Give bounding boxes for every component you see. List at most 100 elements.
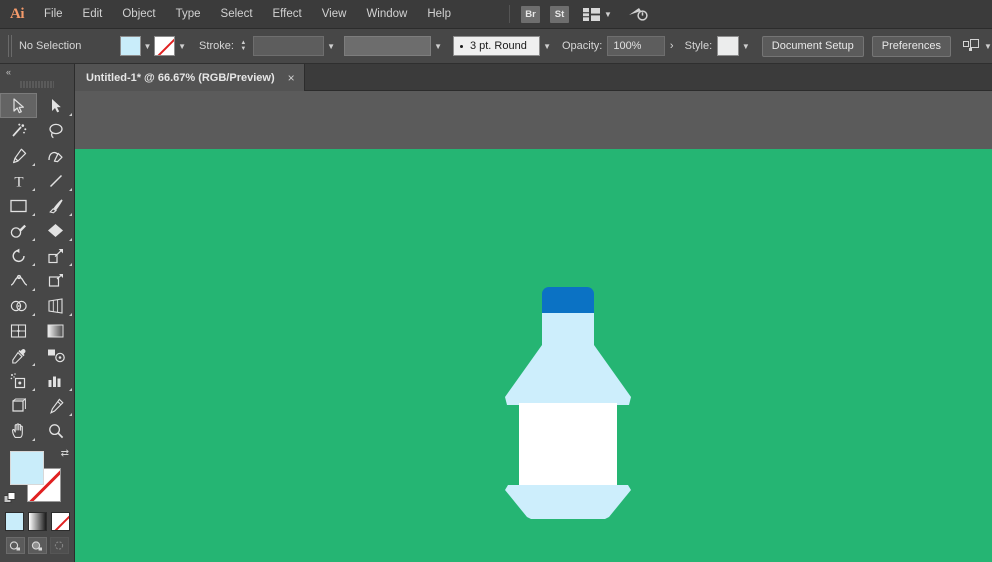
bottle-label-shape[interactable] [519,403,617,489]
discover-search-icon[interactable] [628,6,648,22]
rotate-tool[interactable] [0,243,37,268]
tool-more-indicator [32,188,35,191]
menu-item-edit[interactable]: Edit [73,0,113,29]
shaper-pencil-tool[interactable] [0,218,37,243]
stroke-profile-chevron[interactable]: ▼ [431,36,445,56]
opacity-expand-arrow[interactable]: › [665,36,679,56]
fill-color-swatch[interactable] [119,36,141,56]
line-segment-tool[interactable] [37,168,74,193]
tool-more-indicator [32,388,35,391]
drawing-mode-inside-button[interactable] [49,537,69,554]
curvature-tool[interactable] [37,143,74,168]
brush-definition-field[interactable]: 3 pt. Round [452,36,541,56]
workspace-area[interactable] [75,91,992,562]
bridge-icon[interactable]: Br [521,5,540,23]
menu-item-help[interactable]: Help [417,0,461,29]
fill-dropdown-chevron[interactable]: ▼ [141,36,155,56]
none-fill-mode-button[interactable] [50,512,70,531]
tool-more-indicator [32,263,35,266]
type-tool[interactable]: T [0,168,37,193]
align-chevron-down-icon: ▼ [984,41,992,51]
bottle-shoulder-shape[interactable] [505,345,631,405]
width-tool[interactable] [0,268,37,293]
document-tab-title: Untitled-1* @ 66.67% (RGB/Preview) [86,71,275,84]
pen-tool[interactable] [0,143,37,168]
preferences-button[interactable]: Preferences [871,35,952,57]
fill-stroke-controls: ⇄ [0,447,75,509]
free-transform-tool[interactable] [37,268,74,293]
workspace-switcher-icon[interactable]: ▼ [583,7,612,21]
default-fill-stroke-icon[interactable] [3,491,16,503]
style-label: Style: [684,40,713,52]
stock-icon[interactable]: St [550,5,569,23]
stroke-color-swatch[interactable] [154,36,176,56]
menu-item-window[interactable]: Window [356,0,417,29]
document-tab[interactable]: Untitled-1* @ 66.67% (RGB/Preview) × [75,64,305,91]
eyedropper-tool[interactable] [0,343,37,368]
brush-definition-chevron[interactable]: ▼ [540,36,554,56]
paintbrush-tool[interactable] [37,193,74,218]
tool-more-indicator [69,413,72,416]
mesh-tool[interactable] [0,318,37,343]
bottle-cap-shape[interactable] [542,287,594,315]
menu-item-view[interactable]: View [312,0,357,29]
control-bar-grip[interactable] [8,35,13,57]
svg-text:T: T [14,174,23,188]
document-setup-button[interactable]: Document Setup [761,35,864,57]
hand-tool[interactable] [0,418,37,443]
artboard-canvas[interactable] [75,149,992,562]
gradient-fill-mode-button[interactable] [27,512,47,531]
illustrator-window: Ai File Edit Object Type Select Effect V… [0,0,992,562]
stroke-weight-stepper[interactable]: ▲ ▼ [238,36,249,56]
tools-panel: « T ⇄ [0,64,75,562]
brush-definition-value: 3 pt. Round [469,40,527,52]
perspective-grid-tool[interactable] [37,293,74,318]
collapse-panel-icon[interactable]: « [0,64,74,79]
eraser-tool[interactable] [37,218,74,243]
stroke-weight-field[interactable] [252,36,325,56]
symbol-sprayer-tool[interactable] [0,368,37,393]
menu-item-select[interactable]: Select [211,0,263,29]
artboard-tool[interactable] [0,393,37,418]
graphic-style-chevron[interactable]: ▼ [739,36,753,56]
menu-item-type[interactable]: Type [166,0,211,29]
bottle-neck-shape[interactable] [542,313,594,349]
drawing-mode-normal-button[interactable] [5,537,25,554]
shape-builder-tool[interactable] [0,293,37,318]
lasso-tool[interactable] [37,118,74,143]
tool-more-indicator [69,188,72,191]
opacity-field[interactable]: 100% [607,36,665,56]
magic-wand-tool[interactable] [0,118,37,143]
column-graph-tool[interactable] [37,368,74,393]
slice-tool[interactable] [37,393,74,418]
tool-more-indicator [69,238,72,241]
drawing-mode-behind-button[interactable] [27,537,47,554]
gradient-tool[interactable] [37,318,74,343]
blend-tool[interactable] [37,343,74,368]
stroke-weight-chevron[interactable]: ▼ [324,36,338,56]
selection-tool[interactable] [0,93,37,118]
fill-color-indicator[interactable] [10,451,44,485]
menu-item-file[interactable]: File [34,0,73,29]
control-bar: No Selection ▼ ▼ Stroke: ▲ ▼ ▼ ▼ 3 pt. Ro… [0,29,992,64]
selection-status: No Selection [18,40,82,52]
tool-more-indicator [69,313,72,316]
direct-selection-tool[interactable] [37,93,74,118]
menubar-divider [509,5,510,23]
menu-item-effect[interactable]: Effect [263,0,312,29]
tools-panel-grip[interactable] [20,79,54,90]
bottle-base-shape[interactable] [505,485,631,519]
rectangle-tool[interactable] [0,193,37,218]
align-arrange-icon[interactable]: ▼ [963,39,992,53]
swap-fill-stroke-icon[interactable]: ⇄ [61,448,69,459]
color-fill-mode-button[interactable] [4,512,24,531]
stroke-dropdown-chevron[interactable]: ▼ [175,36,189,56]
milk-bottle-illustration[interactable] [505,287,631,519]
brush-dot-icon [459,44,463,48]
scale-tool[interactable] [37,243,74,268]
graphic-style-swatch[interactable] [717,36,739,56]
stroke-profile-field[interactable] [343,36,432,56]
menu-item-object[interactable]: Object [112,0,165,29]
close-icon[interactable]: × [288,72,295,84]
zoom-tool[interactable] [37,418,74,443]
